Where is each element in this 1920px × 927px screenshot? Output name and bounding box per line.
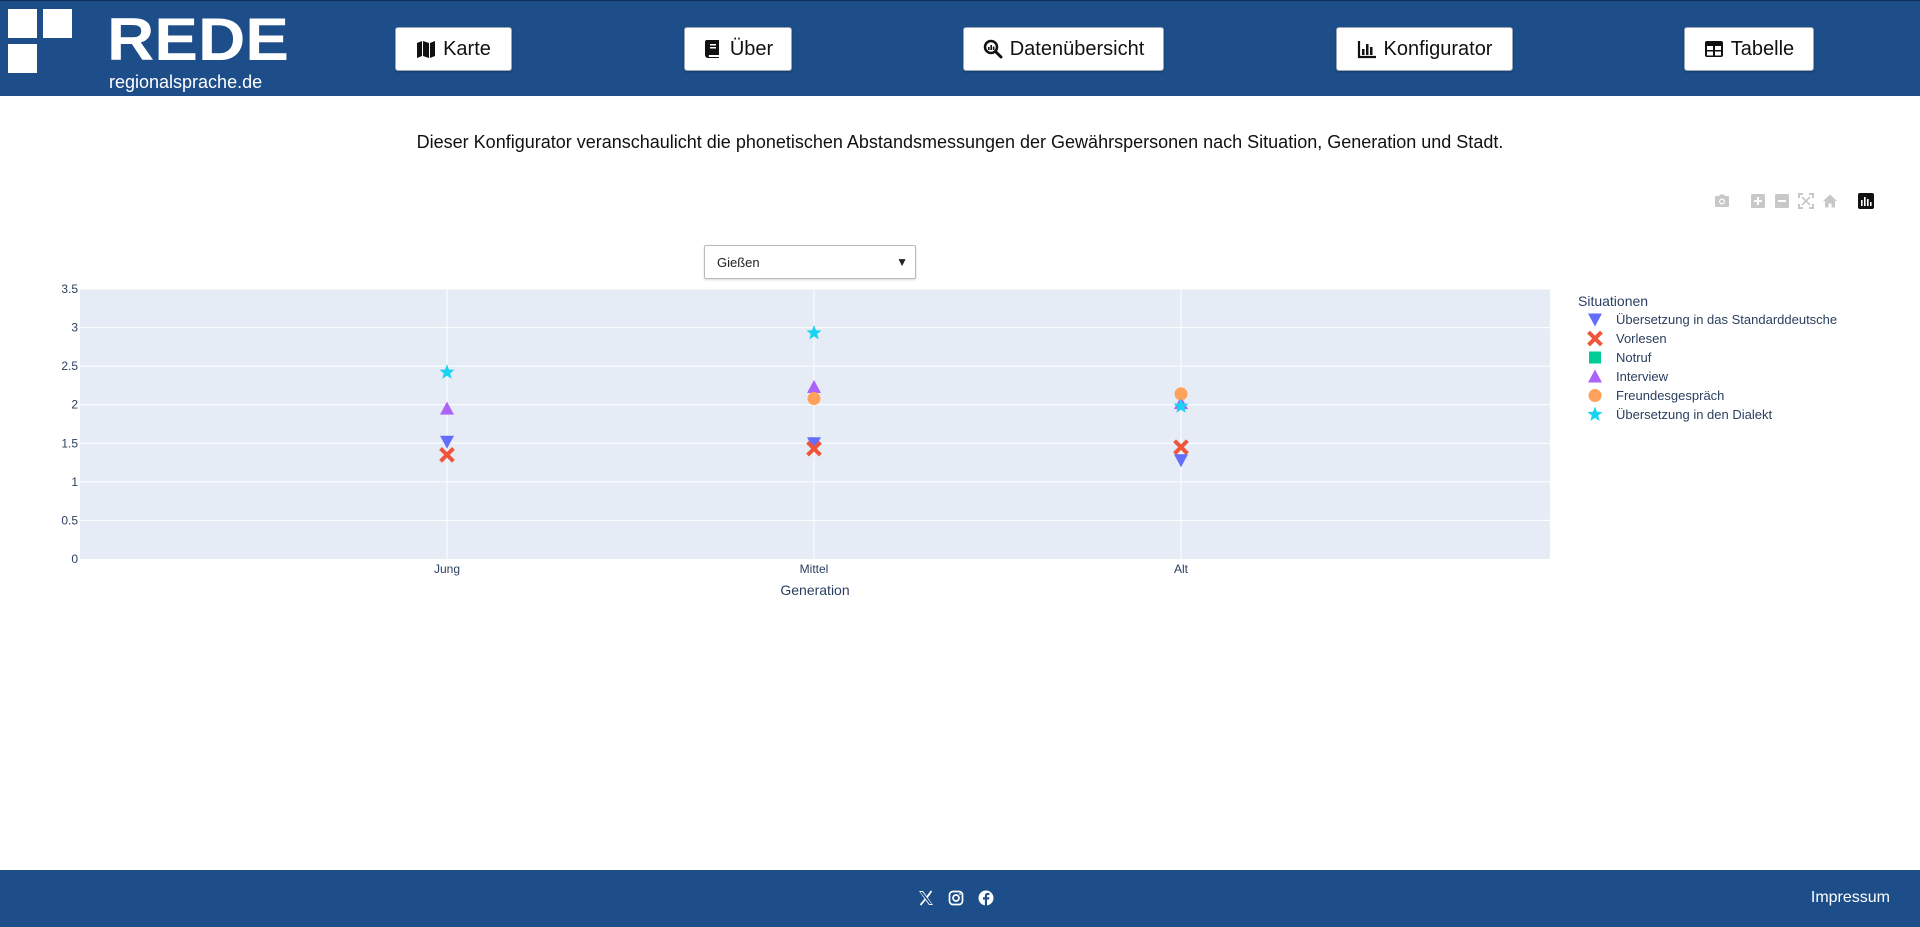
nav-konfigurator-button[interactable]: Konfigurator (1336, 27, 1513, 71)
y-tick-label: 0 (71, 552, 78, 566)
nav-konfigurator-label: Konfigurator (1383, 37, 1493, 60)
legend-symbol (1588, 369, 1602, 383)
legend-label: Übersetzung in den Dialekt (1616, 407, 1773, 422)
legend-symbol (1587, 406, 1603, 421)
x-tick-label: Jung (434, 562, 460, 576)
footer: Impressum (0, 870, 1920, 927)
x-twitter-icon[interactable] (918, 890, 934, 906)
zoom-out-button[interactable] (1772, 191, 1792, 211)
map-icon (417, 41, 436, 58)
y-tick-label: 3 (71, 321, 78, 335)
chart-bar-icon (1357, 41, 1376, 59)
legend-label: Übersetzung in das Standarddeutsche (1616, 312, 1838, 327)
intro-text: Dieser Konfigurator veranschaulicht die … (416, 132, 1504, 152)
legend-item[interactable]: Notruf (1578, 348, 1908, 367)
instagram-icon[interactable] (948, 890, 964, 906)
nav-datenuebersicht-button[interactable]: Datenübersicht (963, 27, 1164, 71)
legend-marker (1587, 406, 1603, 421)
legend-symbol (1589, 351, 1601, 364)
legend-item[interactable]: Interview (1578, 367, 1908, 386)
zoom-in-button[interactable] (1748, 191, 1768, 211)
legend-marker (1589, 351, 1601, 364)
reset-axes-icon (1823, 194, 1837, 208)
y-tick-label: 1 (71, 475, 78, 489)
y-tick-label: 2.5 (61, 359, 78, 373)
nav-tabelle-button[interactable]: Tabelle (1684, 27, 1814, 71)
y-tick-label: 0.5 (61, 513, 78, 527)
legend-item[interactable]: Vorlesen (1578, 329, 1908, 348)
social-links (918, 890, 994, 906)
x-tick-label: Alt (1174, 562, 1189, 576)
x-tick-labels: Jung Mittel Alt (434, 562, 1189, 576)
plot-modebar (1712, 191, 1880, 211)
legend-label: Vorlesen (1616, 331, 1667, 346)
legend-label: Freundesgespräch (1616, 388, 1725, 403)
impressum-link[interactable]: Impressum (1811, 889, 1890, 907)
header: REDE regionalsprache.de Karte Über Daten… (0, 0, 1920, 96)
nav-karte-label: Karte (443, 37, 491, 60)
reset-axes-button[interactable] (1820, 191, 1840, 211)
y-tick-label: 3.5 (61, 282, 78, 296)
book-icon (704, 40, 719, 58)
chart-legend: Situationen Übersetzung in das Standardd… (1578, 292, 1908, 424)
rede-logo[interactable]: REDE regionalsprache.de (8, 9, 288, 93)
nav-ueber-button[interactable]: Über (684, 27, 792, 71)
facebook-icon[interactable] (978, 890, 994, 906)
x-axis-title: Generation (780, 582, 849, 598)
nav-ueber-label: Über (729, 37, 774, 60)
logo-text: REDE (107, 9, 288, 73)
data-point (807, 392, 821, 406)
legend-marker (1588, 369, 1602, 383)
nav-datenuebersicht-label: Datenübersicht (1009, 37, 1145, 60)
legend-label: Notruf (1616, 350, 1652, 365)
plotly-logo-icon (1858, 193, 1874, 209)
legend-symbol (1588, 389, 1602, 402)
legend-item[interactable]: Freundesgespräch (1578, 386, 1908, 405)
legend-title: Situationen (1578, 293, 1649, 309)
legend-item[interactable]: Übersetzung in das Standarddeutsche (1578, 310, 1908, 329)
legend-items: Übersetzung in das Standarddeutsche Vorle… (1578, 310, 1908, 424)
y-tick-label: 1.5 (61, 436, 78, 450)
nav-tabelle-label: Tabelle (1730, 37, 1795, 60)
legend-symbol (1587, 330, 1603, 347)
legend-item[interactable]: Übersetzung in den Dialekt (1578, 405, 1908, 424)
nav-karte-button[interactable]: Karte (395, 27, 512, 71)
zoom-in-icon (1751, 194, 1765, 208)
x-tick-label: Mittel (800, 562, 829, 576)
autoscale-icon (1798, 193, 1814, 209)
camera-icon (1715, 194, 1729, 207)
search-data-icon (983, 39, 1003, 59)
legend-symbol (1588, 313, 1602, 327)
logo-subtext: regionalsprache.de (109, 72, 262, 92)
autoscale-button[interactable] (1796, 191, 1816, 211)
download-plot-button[interactable] (1712, 191, 1732, 211)
city-dropdown[interactable]: Gießen ▼ (704, 245, 916, 279)
legend-marker (1587, 330, 1603, 347)
city-dropdown-value: Gießen (717, 254, 760, 270)
chevron-down-icon: ▼ (896, 255, 908, 269)
legend-label: Interview (1616, 369, 1669, 384)
table-icon (1704, 41, 1723, 57)
legend-marker (1588, 389, 1602, 402)
y-tick-label: 2 (71, 398, 78, 412)
zoom-out-icon (1775, 194, 1789, 208)
plotly-logo-link[interactable] (1856, 191, 1876, 211)
legend-marker (1588, 313, 1602, 327)
y-tick-labels: 0 0.5 1 1.5 2 2.5 3 3.5 (61, 282, 78, 566)
